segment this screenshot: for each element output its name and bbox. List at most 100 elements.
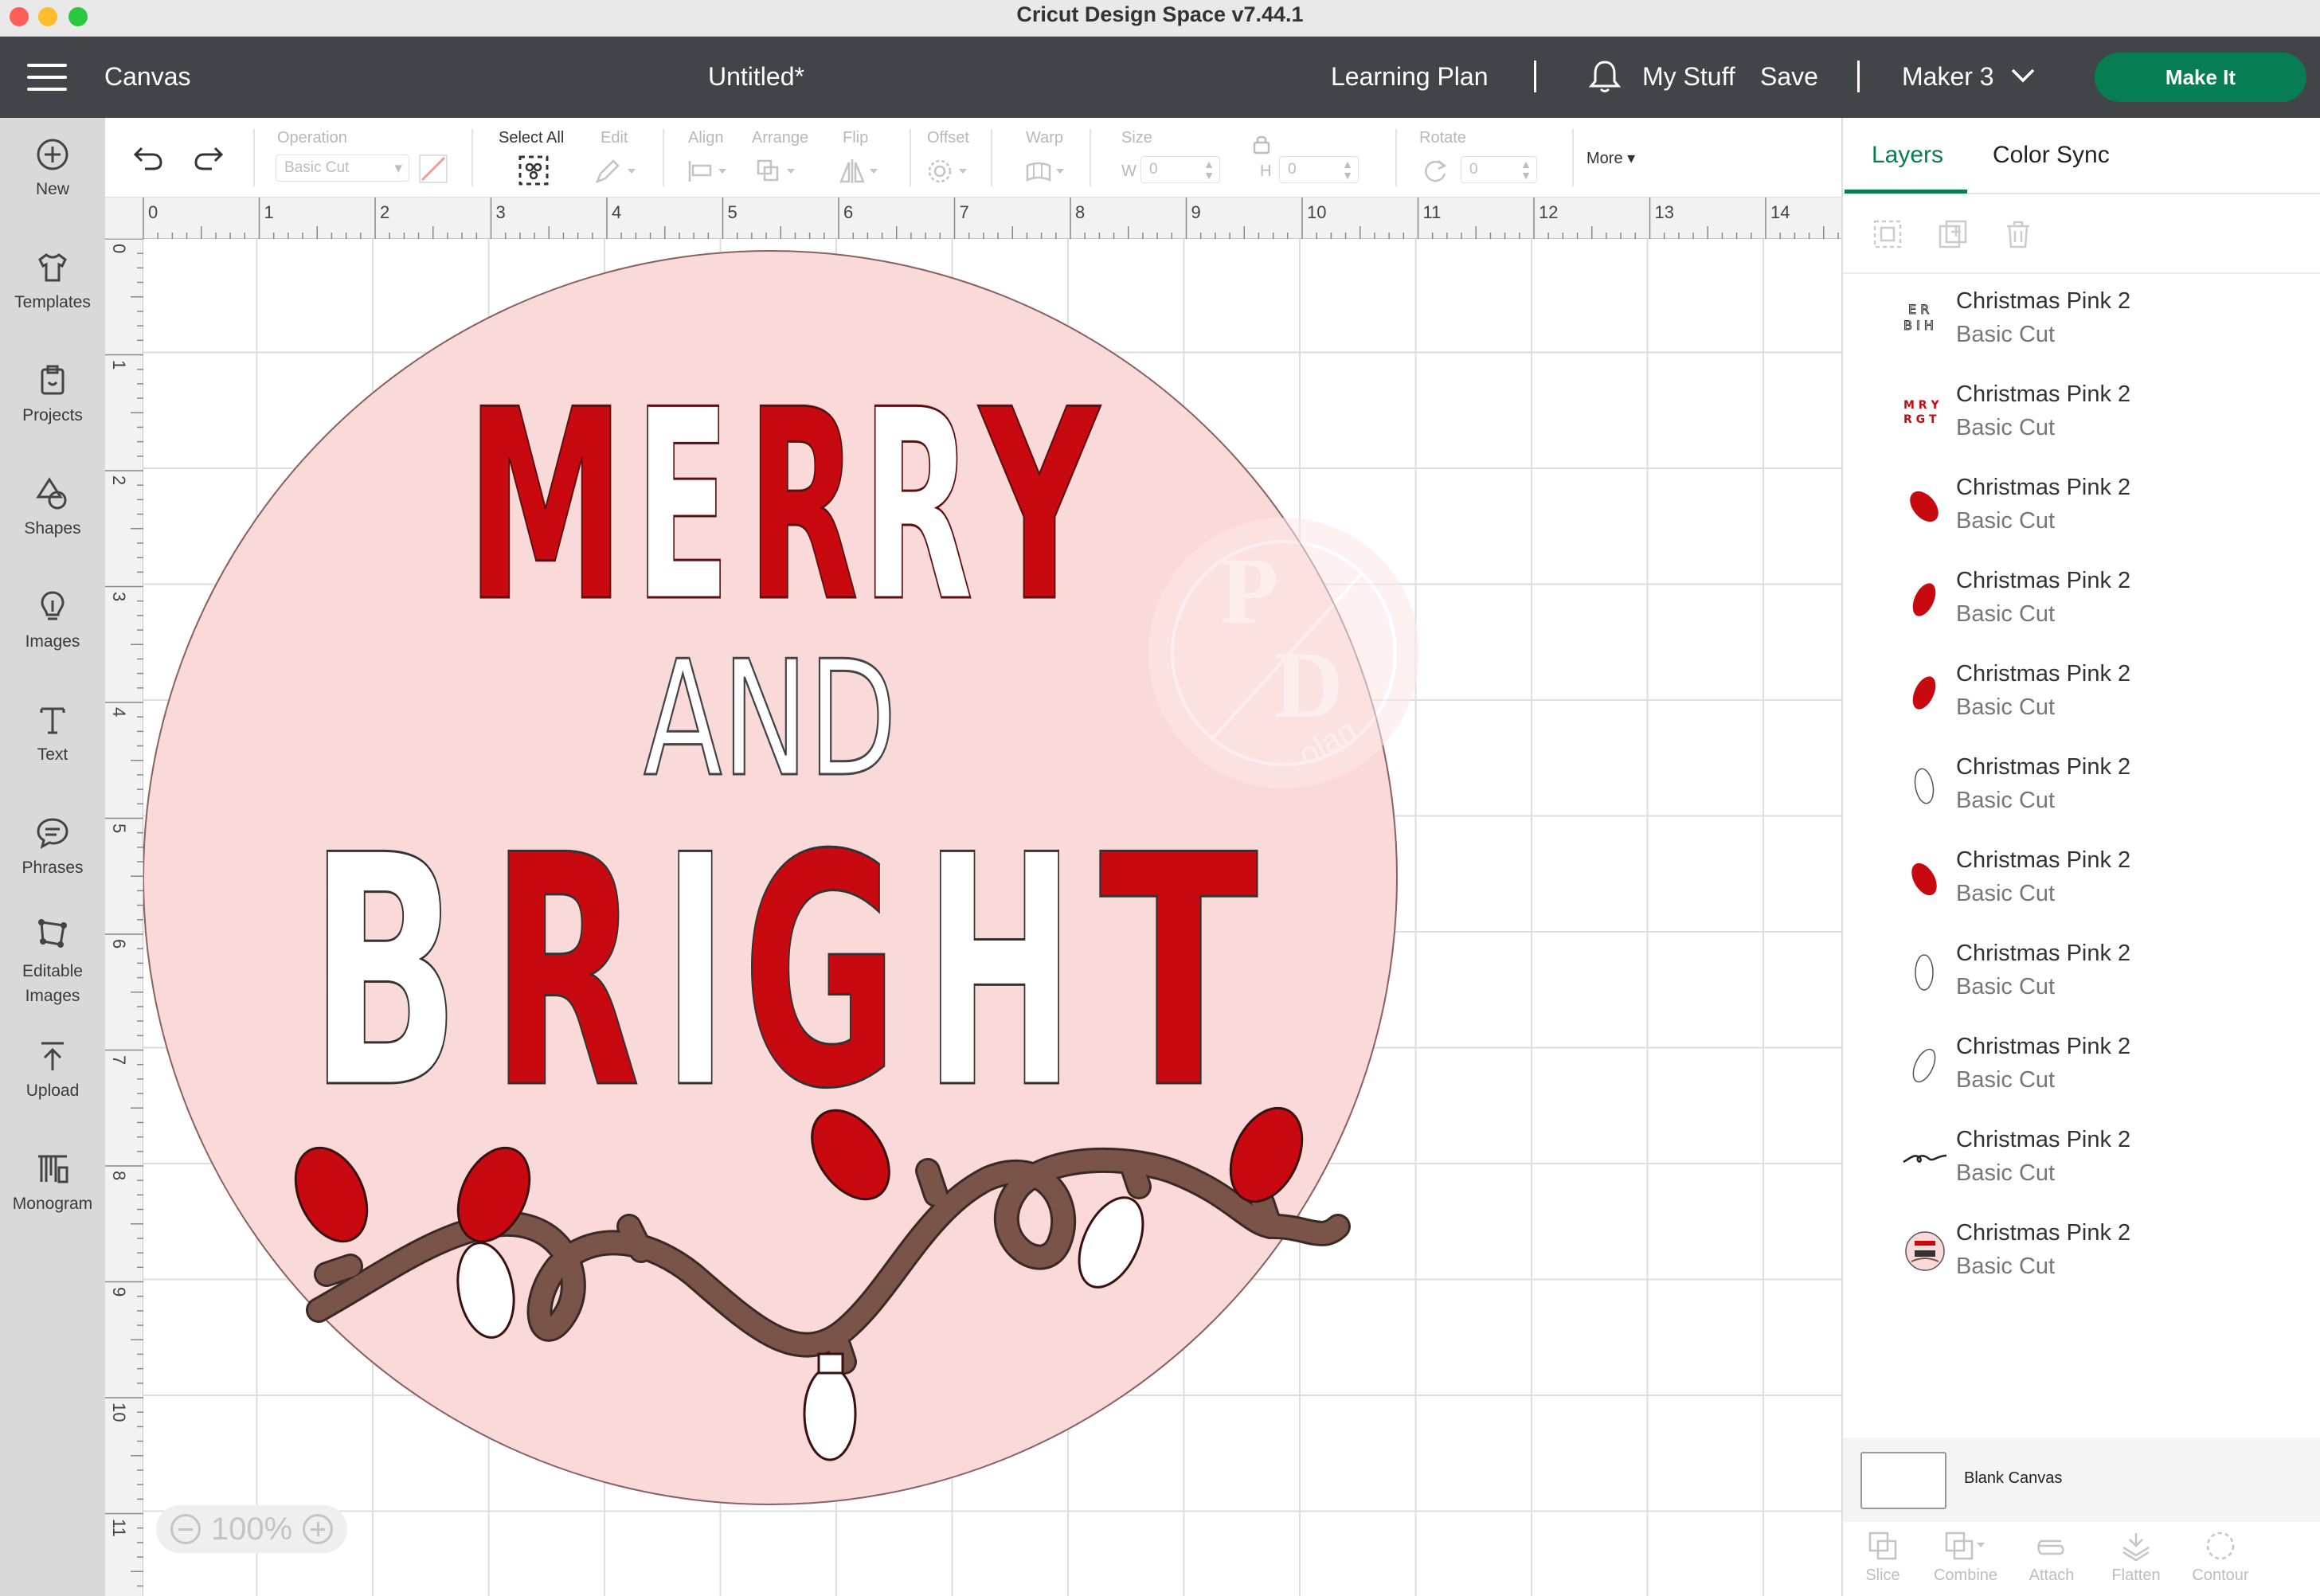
sidebar-item-editable-images[interactable]: Editable Images xyxy=(0,916,105,1008)
bulb-white-thumb xyxy=(1914,768,1935,804)
layer-item[interactable]: Christmas Pink 2 Basic Cut xyxy=(1843,929,2320,1023)
plus-circle-icon xyxy=(37,139,68,170)
select-all-icon[interactable] xyxy=(518,155,550,186)
offset-label: Offset xyxy=(927,129,969,147)
bright-text[interactable]: B R I G H T xyxy=(308,788,1262,1160)
undo-icon[interactable] xyxy=(131,142,166,174)
more-label: More xyxy=(1586,150,1623,167)
layer-operation: Basic Cut xyxy=(1956,788,2056,813)
monogram-icon xyxy=(38,1155,68,1183)
caret-down-icon: ▾ xyxy=(1627,150,1636,167)
layer-item[interactable]: Christmas Pink 2 Basic Cut xyxy=(1843,1023,2320,1116)
layer-name: Christmas Pink 2 xyxy=(1956,1127,2131,1152)
learning-plan-link[interactable]: Learning Plan xyxy=(1331,62,1488,92)
flip-icon[interactable] xyxy=(838,158,882,185)
attach-button[interactable]: Attach xyxy=(2012,1530,2091,1585)
machine-selector[interactable]: Maker 3 xyxy=(1902,62,1994,92)
shapes-icon xyxy=(36,477,67,510)
combine-label: Combine xyxy=(1933,1567,1998,1584)
bulb-red-thumb xyxy=(1912,676,1936,710)
height-input[interactable]: 0 ▲ ▼ xyxy=(1279,156,1359,183)
pencil-icon[interactable] xyxy=(594,158,639,185)
tab-layers[interactable]: Layers xyxy=(1872,142,1943,169)
layer-item[interactable]: Christmas Pink 2 Basic Cut xyxy=(1843,1116,2320,1209)
ruler-number: 1 xyxy=(109,359,129,370)
slice-label: Slice xyxy=(1865,1567,1900,1584)
redo-icon[interactable] xyxy=(191,142,226,174)
tab-color-sync[interactable]: Color Sync xyxy=(1993,142,2110,169)
chevron-down-icon[interactable] xyxy=(2010,67,2036,84)
zoom-out-button[interactable] xyxy=(170,1514,201,1544)
slice-button[interactable]: Slice xyxy=(1843,1530,1923,1585)
contour-button[interactable]: Contour xyxy=(2181,1530,2260,1585)
ruler-ticks xyxy=(105,239,143,1587)
bulb-white-2[interactable] xyxy=(803,1366,857,1461)
ruler-number: 4 xyxy=(612,202,622,222)
flatten-button[interactable]: Flatten xyxy=(2096,1530,2176,1585)
layer-item[interactable]: E RB I H Christmas Pink 2 Basic Cut xyxy=(1843,277,2320,370)
sidebar-item-phrases[interactable]: Phrases xyxy=(0,816,105,878)
align-icon[interactable] xyxy=(687,158,731,185)
group-icon[interactable] xyxy=(1872,218,1903,250)
rotate-icon[interactable] xyxy=(1421,158,1450,185)
my-stuff-link[interactable]: My Stuff xyxy=(1642,62,1735,92)
combine-button[interactable]: Combine xyxy=(1926,1530,2005,1585)
more-menu[interactable]: More ▾ xyxy=(1586,148,1635,168)
and-text[interactable]: AND xyxy=(643,626,898,814)
sidebar-item-templates[interactable]: Templates xyxy=(0,250,105,312)
operation-select[interactable]: Basic Cut ▾ xyxy=(276,155,409,182)
offset-icon[interactable] xyxy=(927,158,972,185)
merry-text[interactable]: M E R R Y xyxy=(465,353,1102,661)
sidebar-item-text[interactable]: Text xyxy=(0,702,105,765)
toolbar-divider xyxy=(1572,129,1574,186)
design-canvas[interactable]: P D olan M E R R Y AND B R I G H T xyxy=(143,239,1841,1596)
arrange-label: Arrange xyxy=(752,129,809,147)
make-it-button[interactable]: Make It xyxy=(2095,53,2306,102)
layer-item[interactable]: Christmas Pink 2 Basic Cut xyxy=(1843,650,2320,743)
bulb-white-thumb xyxy=(1912,1048,1936,1083)
layer-item[interactable]: Christmas Pink 2 Basic Cut xyxy=(1843,557,2320,650)
blank-canvas-row[interactable]: Blank Canvas xyxy=(1843,1438,2320,1522)
header-divider xyxy=(1857,61,1860,92)
design-artwork[interactable]: P D olan M E R R Y AND B R I G H T xyxy=(143,239,1841,1596)
lock-icon[interactable] xyxy=(1252,134,1271,155)
bell-icon[interactable] xyxy=(1588,59,1622,94)
layer-name: Christmas Pink 2 xyxy=(1956,661,2131,687)
layer-item[interactable]: Christmas Pink 2 Basic Cut xyxy=(1843,743,2320,836)
document-title[interactable]: Untitled* xyxy=(708,62,804,92)
ruler-number: 8 xyxy=(109,1171,129,1181)
sidebar-item-monogram[interactable]: Monogram xyxy=(0,1152,105,1214)
sidebar-item-shapes[interactable]: Shapes xyxy=(0,476,105,538)
color-swatch-icon[interactable] xyxy=(419,155,448,183)
ruler-number: 5 xyxy=(109,823,129,833)
ruler-number: 10 xyxy=(1307,202,1327,222)
window-titlebar: Cricut Design Space v7.44.1 xyxy=(0,0,2320,37)
letter-b: B xyxy=(309,788,460,1159)
layer-item[interactable]: Christmas Pink 2 Basic Cut xyxy=(1843,464,2320,557)
blank-canvas-swatch[interactable] xyxy=(1860,1452,1946,1509)
warp-icon[interactable] xyxy=(1024,158,1069,185)
rotate-input[interactable]: 0 ▲ ▼ xyxy=(1461,156,1537,183)
lightbulb-icon xyxy=(41,591,65,620)
sidebar-item-upload[interactable]: Upload xyxy=(0,1039,105,1101)
ruler-number: 0 xyxy=(109,244,129,254)
width-input[interactable]: 0 ▲ ▼ xyxy=(1140,156,1220,183)
layer-item[interactable]: Christmas Pink 2 Basic Cut xyxy=(1843,836,2320,929)
ruler-number: 12 xyxy=(1539,202,1559,222)
zoom-in-button[interactable] xyxy=(303,1514,333,1544)
ruler-number: 11 xyxy=(1422,202,1442,222)
save-button[interactable]: Save xyxy=(1760,62,1818,92)
rotate-value: 0 xyxy=(1469,161,1478,178)
arrange-icon[interactable] xyxy=(755,158,800,185)
sidebar-item-images[interactable]: Images xyxy=(0,589,105,651)
sidebar-item-new[interactable]: New xyxy=(0,137,105,199)
trash-icon[interactable] xyxy=(2002,218,2034,250)
layer-item[interactable]: Christmas Pink 2 Basic Cut xyxy=(1843,1209,2320,1302)
menu-icon[interactable] xyxy=(27,64,67,91)
layer-item[interactable]: M R YR G T Christmas Pink 2 Basic Cut xyxy=(1843,370,2320,464)
select-all-label: Select All xyxy=(499,129,565,147)
text-red-thumb: M R YR G T xyxy=(1903,399,1939,426)
sidebar-item-projects[interactable]: Projects xyxy=(0,363,105,425)
toolbar-divider xyxy=(253,129,255,186)
duplicate-icon[interactable] xyxy=(1937,218,1969,250)
